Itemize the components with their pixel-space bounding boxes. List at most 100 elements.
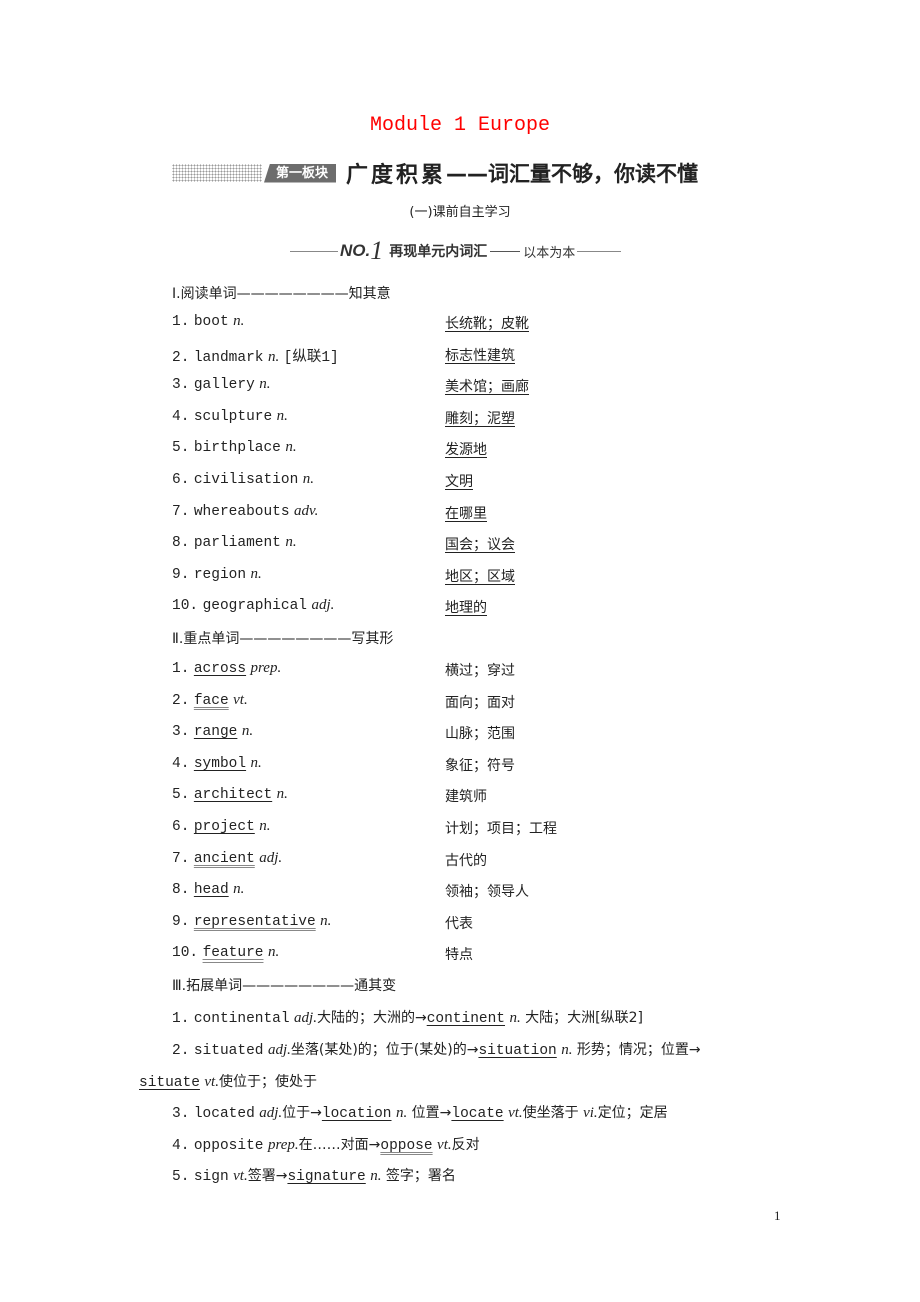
vocab-word-cell: 6. project n.	[172, 818, 270, 835]
part-of-speech: n.	[233, 313, 245, 329]
vocab-word: ancient	[193, 850, 255, 867]
part-of-speech: n.	[320, 912, 332, 929]
part-of-speech: n.	[285, 534, 297, 551]
base-word: sign	[193, 1169, 229, 1185]
vocab-word-cell: 3. gallery n.	[172, 376, 270, 393]
derived-word: situate	[139, 1075, 200, 1091]
expansion-item-continued: situate vt.使位于；使处于	[139, 1071, 317, 1091]
part-of-speech: n.	[259, 376, 271, 393]
divider-line	[577, 250, 622, 252]
vocab-meaning: 山脉；范围	[445, 726, 515, 743]
no-label: NO.	[340, 241, 371, 260]
base-word: situated	[193, 1043, 264, 1059]
base-pos: vt.	[233, 1168, 248, 1184]
vocab-word: region	[193, 566, 247, 583]
part-of-speech: n.	[267, 348, 280, 365]
expansion-item: 1. continental adj.大陆的；大洲的→continent n. …	[172, 1010, 644, 1027]
base-pos: adj.	[267, 1042, 291, 1058]
base-meaning: 坐落(某处)的；位于(某处)的→	[290, 1042, 479, 1058]
expansion-item: 2. situated adj.坐落(某处)的；位于(某处)的→situatio…	[172, 1042, 701, 1059]
vocab-word-cell: 5. birthplace n.	[172, 439, 297, 456]
vocab-word-cell: 10. geographical adj.	[172, 597, 334, 614]
derived-word: location	[321, 1106, 392, 1122]
derived-word: locate	[451, 1106, 504, 1122]
vocab-word: feature	[202, 945, 264, 962]
divider-line	[290, 250, 338, 252]
subtitle: (一)课前自主学习	[409, 205, 511, 220]
vocab-row: 4. symbol n. 象征；符号	[0, 755, 920, 779]
vocab-word: geographical	[202, 598, 307, 615]
vocab-row: 10. geographical adj. 地理的	[0, 597, 920, 621]
vocab-meaning: 标志性建筑	[445, 347, 515, 364]
vocab-row: 5. birthplace n. 发源地	[0, 439, 920, 463]
item-number: 8.	[172, 882, 190, 899]
vocab-word: parliament	[193, 535, 281, 552]
part-of-speech: n.	[250, 754, 262, 771]
vocab-word: whereabouts	[193, 503, 290, 520]
vocab-row: 8. head n. 领袖；领导人	[0, 881, 920, 905]
vocab-row: 4. sculpture n. 雕刻；泥塑	[0, 408, 920, 432]
vocab-word: across	[193, 661, 247, 677]
expansion-item: 5. sign vt.签署→signature n. 签字；署名	[172, 1168, 456, 1185]
vocab-row: 6. project n. 计划；项目；工程	[0, 818, 920, 842]
vocab-word: sculpture	[193, 408, 273, 425]
item-number: 7.	[172, 850, 190, 867]
base-word: located	[193, 1106, 255, 1122]
no1-heading: NO. 1 再现单元内词汇 以本为本	[290, 236, 670, 266]
item-number: 10.	[172, 945, 199, 962]
base-meaning: 位于→	[282, 1105, 322, 1121]
vocab-meaning: 地理的	[445, 600, 487, 617]
vocab-word: architect	[193, 787, 273, 804]
derived-pos: n.	[509, 1010, 521, 1026]
no-number: 1	[370, 236, 384, 265]
derived-word: situation	[478, 1043, 557, 1059]
item-number: 10.	[172, 598, 199, 615]
vocab-word-cell: 4. sculpture n.	[172, 408, 288, 425]
derived-pos: vt.	[508, 1105, 523, 1121]
derived-meaning: 使位于；使处于	[218, 1074, 317, 1090]
base-pos: adj.	[259, 1105, 283, 1121]
item-number: 5.	[172, 440, 190, 457]
vocab-word-cell: 9. representative n.	[172, 913, 331, 930]
section3-heading: Ⅲ.拓展单词————————通其变	[172, 978, 397, 994]
section1-heading: Ⅰ.阅读单词————————知其意	[172, 286, 391, 302]
vocab-word-cell: 4. symbol n.	[172, 755, 262, 772]
vocab-row: 1. across prep. 横过；穿过	[0, 660, 920, 684]
vocab-meaning: 计划；项目；工程	[445, 821, 557, 837]
part-of-speech: prep.	[250, 660, 282, 676]
derived-pos: vi.	[583, 1105, 598, 1121]
vocab-meaning: 建筑师	[445, 789, 487, 806]
vocab-row: 10. feature n. 特点	[0, 944, 920, 968]
part-of-speech: n.	[276, 786, 288, 803]
part-of-speech: n.	[276, 407, 288, 424]
banner-heading: 广度积累	[346, 163, 447, 188]
item-number: 3.	[172, 377, 190, 394]
module-title: Module 1 Europe	[369, 114, 551, 137]
item-number: 3.	[172, 724, 190, 741]
vocab-meaning: 地区；区域	[445, 568, 515, 585]
vocab-row: 3. range n. 山脉；范围	[0, 723, 920, 747]
vocab-row: 9. region n. 地区；区域	[0, 566, 920, 590]
page-number: 1	[774, 1208, 781, 1223]
derived-meaning: 签字；署名	[385, 1168, 456, 1184]
part-of-speech: n.	[233, 881, 245, 898]
derived-pos: n.	[561, 1042, 573, 1058]
vocab-row: 1. boot n. 长统靴；皮靴	[0, 313, 920, 337]
item-number: 8.	[172, 535, 190, 552]
base-pos: adj.	[294, 1010, 317, 1026]
vocab-row: 8. parliament n. 国会；议会	[0, 534, 920, 558]
vocab-word: project	[193, 819, 255, 835]
derived-meaning: 位置→	[411, 1105, 452, 1121]
base-word: continental	[193, 1011, 290, 1027]
item-number: 9.	[172, 566, 190, 583]
base-word: opposite	[193, 1138, 264, 1154]
banner-dot-pattern	[172, 164, 262, 182]
base-pos: prep.	[267, 1137, 299, 1153]
vocab-word: head	[193, 882, 229, 899]
vocab-meaning: 面向；面对	[445, 694, 515, 711]
section-banner: 第一板块 广度积累 ——词汇量不够，你读不懂	[172, 158, 698, 188]
part-of-speech: vt.	[233, 691, 248, 708]
vocab-word-cell: 1. across prep.	[172, 660, 281, 677]
vocab-meaning: 在哪里	[445, 505, 487, 522]
item-number: 5.	[172, 787, 190, 804]
